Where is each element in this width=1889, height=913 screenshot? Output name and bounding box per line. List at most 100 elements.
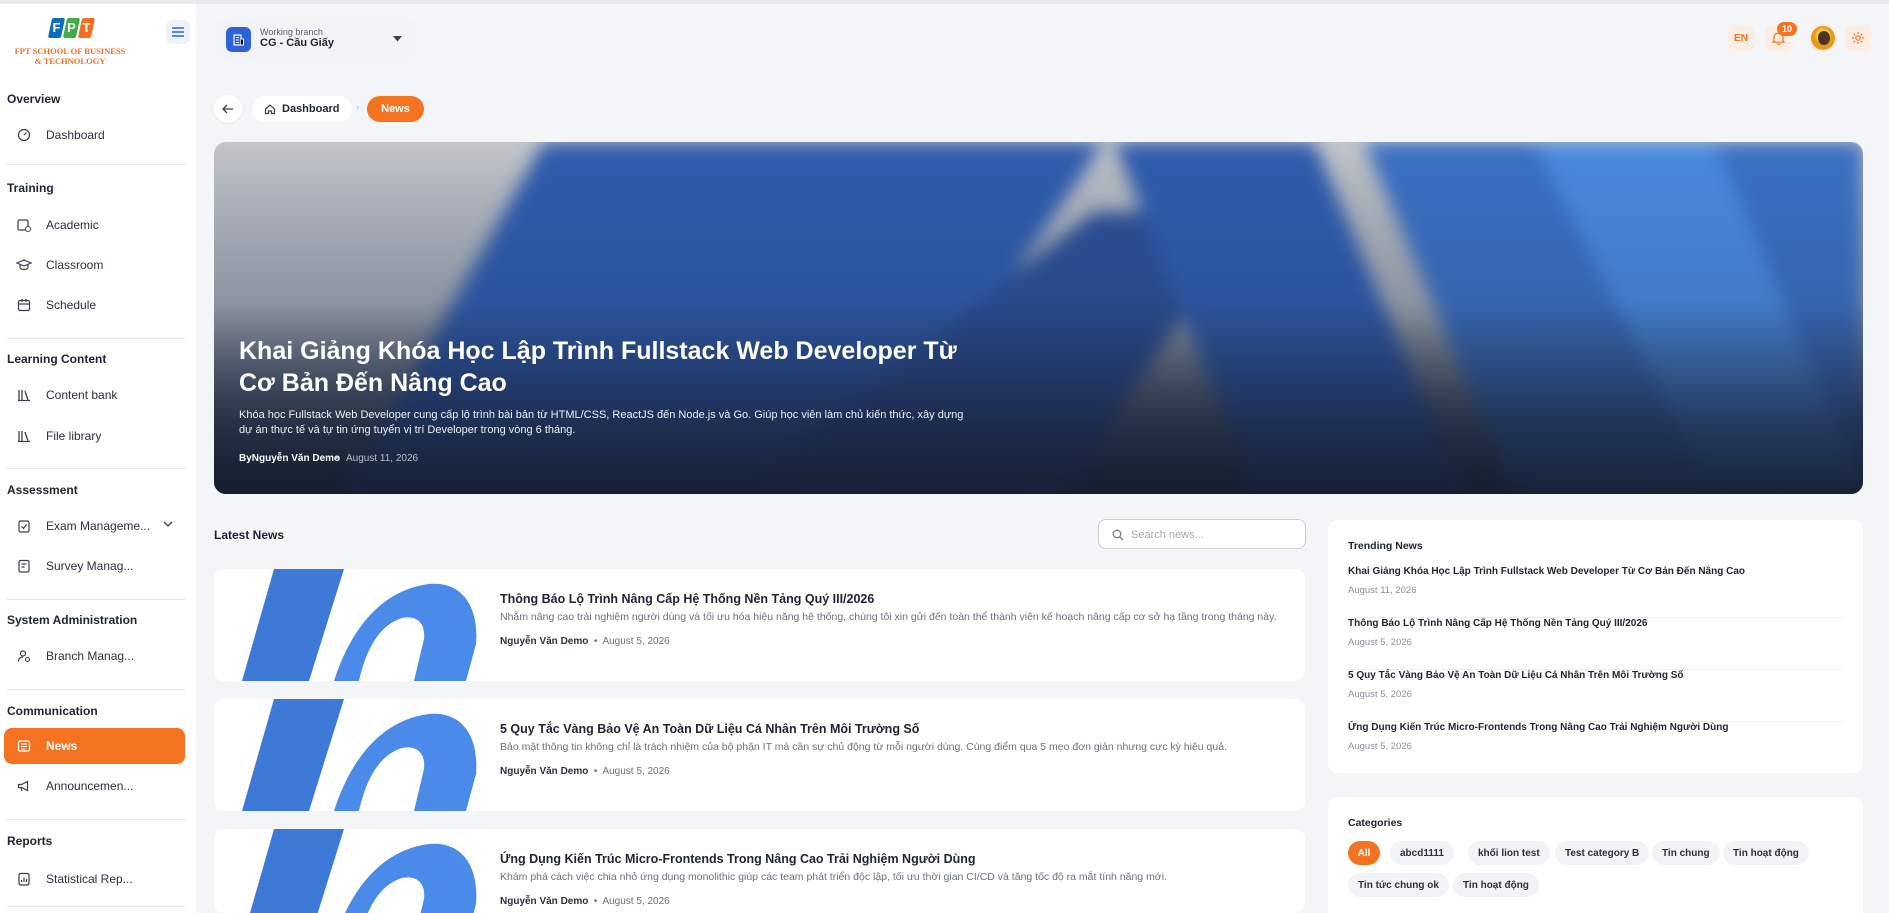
section-communication: Communication <box>7 704 98 718</box>
sidebar: F P T FPT SCHOOL OF BUSINESS & TECHNOLOG… <box>0 4 196 913</box>
sidebar-item-survey-management[interactable]: Survey Manag... <box>4 548 185 584</box>
logo-text: FPT SCHOOL OF BUSINESS & TECHNOLOGY <box>8 46 132 66</box>
sidebar-item-label: Announcemen... <box>46 779 134 793</box>
home-icon <box>264 104 276 115</box>
sidebar-item-dashboard[interactable]: Dashboard <box>4 117 185 153</box>
trending-item-title: Ứng Dụng Kiến Trúc Micro-Frontends Trong… <box>1348 722 1729 733</box>
sidebar-item-exam-management[interactable]: Exam Manageme... <box>4 508 185 544</box>
branch-selector[interactable]: Working branch CG - Cầu Giấy <box>217 20 416 59</box>
branch-label: Working branch <box>260 27 323 37</box>
sidebar-item-news[interactable]: News <box>4 728 185 764</box>
sidebar-divider <box>6 819 186 820</box>
category-chip[interactable]: Tin hoạt động <box>1453 873 1539 897</box>
sidebar-divider <box>6 338 186 339</box>
news-title[interactable]: Thông Báo Lộ Trình Nâng Cấp Hệ Thống Nền… <box>500 592 874 606</box>
sidebar-item-branch-management[interactable]: Branch Manag... <box>4 638 185 674</box>
news-author: Nguyễn Văn Demo <box>500 896 589 907</box>
hero-author: ByNguyễn Văn Demo <box>239 453 341 464</box>
news-thumbnail <box>214 569 484 681</box>
category-chip[interactable]: Tin tức chung ok <box>1348 873 1449 897</box>
breadcrumb-separator: › <box>356 102 360 113</box>
news-title[interactable]: 5 Quy Tắc Vàng Bảo Vệ An Toàn Dữ Liệu Cá… <box>500 722 919 736</box>
section-assessment: Assessment <box>7 483 78 497</box>
menu-toggle-button[interactable] <box>166 20 190 44</box>
category-chip[interactable]: Test category B <box>1555 841 1650 865</box>
section-training: Training <box>7 181 54 195</box>
newspaper-icon <box>16 738 32 754</box>
logo-text-line2: & TECHNOLOGY <box>34 56 106 66</box>
news-separator: • <box>593 636 598 647</box>
calendar-icon <box>16 297 32 313</box>
sidebar-item-classroom[interactable]: Classroom <box>4 247 185 283</box>
breadcrumb-current: News <box>367 96 424 122</box>
news-card[interactable]: Thông Báo Lộ Trình Nâng Cấp Hệ Thống Nền… <box>214 569 1305 681</box>
fpt-logo[interactable]: F P T FPT SCHOOL OF BUSINESS & TECHNOLOG… <box>8 18 132 70</box>
sidebar-item-label: Statistical Rep... <box>46 872 133 886</box>
category-chip[interactable]: abcd1111 <box>1390 841 1454 865</box>
trending-item-date: August 5, 2026 <box>1348 689 1412 700</box>
sidebar-item-schedule[interactable]: Schedule <box>4 287 185 323</box>
search-box[interactable] <box>1098 519 1306 549</box>
search-input[interactable] <box>1131 527 1299 543</box>
megaphone-icon <box>16 778 32 794</box>
featured-article[interactable]: Khai Giảng Khóa Học Lập Trình Fullstack … <box>214 142 1863 494</box>
avatar[interactable] <box>1809 24 1837 52</box>
sidebar-item-label: Dashboard <box>46 128 105 142</box>
top-border <box>0 0 1889 4</box>
back-button[interactable] <box>214 95 242 123</box>
logo-letter-f: F <box>52 20 61 35</box>
trending-item-date: August 11, 2026 <box>1348 585 1417 596</box>
survey-icon <box>16 558 32 574</box>
sidebar-item-label: Content bank <box>46 388 118 402</box>
sidebar-item-content-bank[interactable]: Content bank <box>4 377 185 413</box>
graduation-cap-icon <box>16 257 32 273</box>
clipboard-check-icon <box>16 518 32 534</box>
news-card[interactable]: 5 Quy Tắc Vàng Bảo Vệ An Toàn Dữ Liệu Cá… <box>214 699 1305 811</box>
language-button[interactable]: EN <box>1728 25 1754 51</box>
sidebar-divider <box>6 599 186 600</box>
sidebar-item-announcement[interactable]: Announcemen... <box>4 768 185 804</box>
hero-description: Khóa học Fullstack Web Developer cung cấ… <box>239 409 964 436</box>
fpt-logo-mark: F P T <box>47 18 96 40</box>
books-icon <box>16 387 32 403</box>
news-separator: • <box>593 896 598 907</box>
trending-item[interactable]: 5 Quy Tắc Vàng Bảo Vệ An Toàn Dữ Liệu Cá… <box>1348 670 1843 722</box>
news-excerpt: Nhằm nâng cao trải nghiệm người dùng và … <box>500 611 1277 623</box>
category-chip[interactable]: khối lion test <box>1468 841 1550 865</box>
trending-item[interactable]: Thông Báo Lộ Trình Nâng Cấp Hệ Thống Nền… <box>1348 618 1843 670</box>
latest-news-title: Latest News <box>214 528 285 542</box>
sidebar-item-academic[interactable]: Academic <box>4 207 185 243</box>
section-learning-content: Learning Content <box>7 352 107 366</box>
settings-button[interactable] <box>1845 25 1871 51</box>
breadcrumb-dashboard[interactable]: Dashboard <box>252 96 353 122</box>
user-settings-icon <box>16 648 32 664</box>
building-icon <box>226 27 251 52</box>
hero-title[interactable]: Khai Giảng Khóa Học Lập Trình Fullstack … <box>239 335 959 399</box>
news-title[interactable]: Ứng Dụng Kiến Trúc Micro-Frontends Trong… <box>500 852 976 866</box>
news-date: August 5, 2026 <box>602 896 670 907</box>
sidebar-divider <box>6 468 186 469</box>
news-excerpt: Bảo mật thông tin không chỉ là trách nhi… <box>500 741 1227 753</box>
library-icon <box>16 428 32 444</box>
hero-overlay <box>214 142 1863 494</box>
trending-item[interactable]: Ứng Dụng Kiến Trúc Micro-Frontends Trong… <box>1348 722 1843 774</box>
sidebar-item-statistical-report[interactable]: Statistical Rep... <box>4 861 185 897</box>
trending-item-title: Thông Báo Lộ Trình Nâng Cấp Hệ Thống Nền… <box>1348 618 1648 629</box>
notification-badge: 10 <box>1777 22 1797 36</box>
category-chip-active[interactable]: All <box>1348 841 1380 865</box>
trending-item[interactable]: Khai Giảng Khóa Học Lập Trình Fullstack … <box>1348 566 1843 618</box>
caret-down-icon <box>393 36 402 42</box>
sidebar-divider <box>6 906 186 907</box>
categories-panel: Categories All abcd1111 khối lion test T… <box>1328 797 1863 913</box>
sidebar-divider <box>6 689 186 690</box>
category-chip[interactable]: Tin chung <box>1652 841 1720 865</box>
news-card[interactable]: Ứng Dụng Kiến Trúc Micro-Frontends Trong… <box>214 829 1305 913</box>
news-author: Nguyễn Văn Demo <box>500 636 589 647</box>
news-meta: Nguyễn Văn Demo • August 5, 2026 <box>500 896 670 907</box>
branch-value: CG - Cầu Giấy <box>260 37 334 49</box>
sidebar-item-file-library[interactable]: File library <box>4 418 185 454</box>
sidebar-divider <box>6 164 186 165</box>
logo-text-line1: FPT SCHOOL OF BUSINESS <box>14 46 126 56</box>
category-chip[interactable]: Tin hoạt động <box>1723 841 1809 865</box>
breadcrumb-label: Dashboard <box>282 103 340 115</box>
